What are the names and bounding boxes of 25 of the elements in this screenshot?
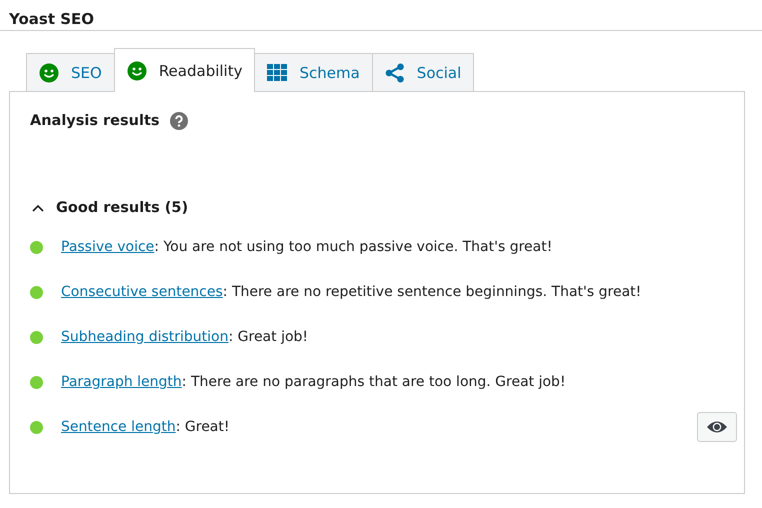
tab[interactable]: Social [372,53,474,91]
panel-title: Yoast SEO [8,8,96,30]
result-text: Passive voice: You are not using too much passive voice. That's great! [61,239,552,255]
highlight-button[interactable] [697,412,737,442]
result-text: Consecutive sentences: There are no repetitive sentence beginnings. That's great! [61,284,642,300]
result-link[interactable]: Sentence length [61,419,176,435]
grid-icon [267,64,288,81]
result-link[interactable]: Consecutive sentences [61,284,223,300]
smiley-icon [39,62,59,82]
tab[interactable]: Schema [254,53,373,91]
share-icon [384,62,405,82]
tab[interactable]: Readability [114,48,256,92]
result-link[interactable]: Paragraph length [61,374,182,390]
result-link[interactable]: Passive voice [61,239,154,255]
section-heading: Analysis results [30,113,160,129]
smiley-icon [126,60,147,80]
caret-icon [32,204,44,212]
results-toggle[interactable]: Good results (5) [32,200,188,216]
tab[interactable]: SEO [26,53,115,91]
result-text: Paragraph length: There are no paragraphs that are too long. Great job! [61,374,566,390]
help-icon[interactable] [170,112,188,130]
result-text: Sentence length: Great! [61,419,230,435]
result-text: Subheading distribution: Great job! [61,329,308,345]
result-link[interactable]: Subheading distribution [61,329,228,345]
eye-icon [706,420,728,434]
